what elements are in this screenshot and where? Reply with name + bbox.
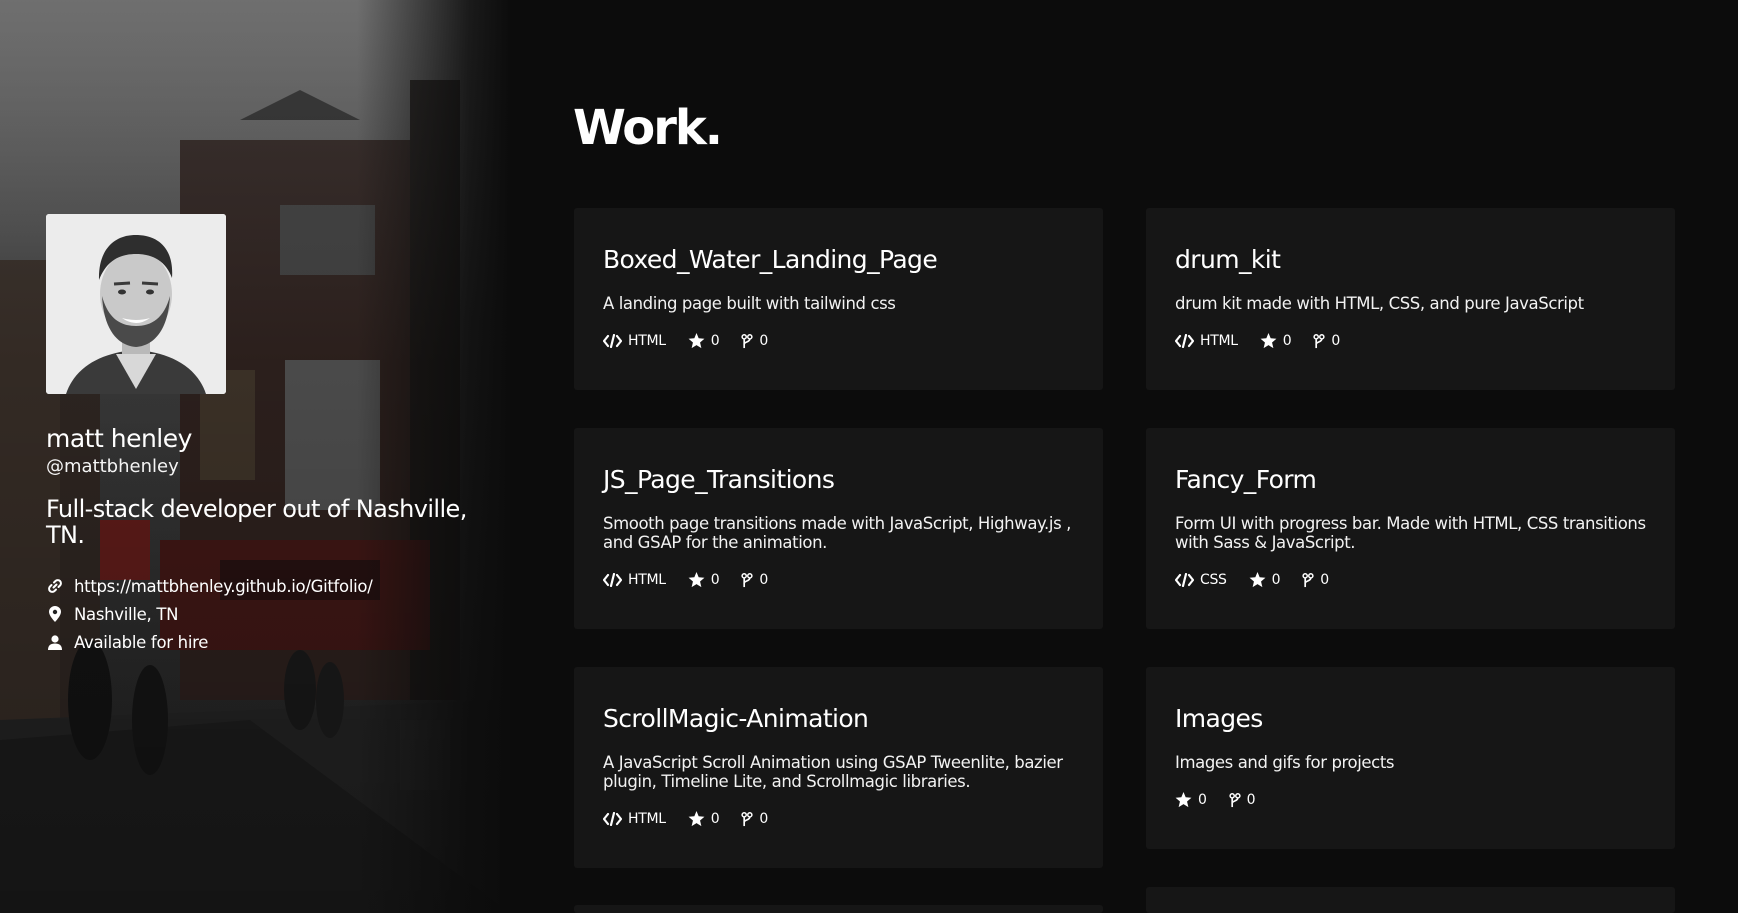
forks-stat: 0 — [1302, 572, 1329, 588]
language-stat: HTML — [603, 333, 666, 349]
profile-handle: @mattbhenley — [46, 456, 179, 477]
stars-count: 0 — [1271, 572, 1281, 588]
forks-stat: 0 — [741, 333, 768, 349]
fork-icon — [741, 572, 753, 587]
code-icon — [1175, 573, 1194, 587]
stars-count: 0 — [710, 811, 720, 827]
fork-icon — [1302, 572, 1314, 587]
project-card[interactable]: Fancy_Form Form UI with progress bar. Ma… — [1146, 428, 1675, 629]
profile-name: matt henley — [46, 424, 192, 453]
profile-meta: https://mattbhenley.github.io/Gitfolio/ … — [46, 572, 486, 656]
stars-stat: 0 — [1175, 792, 1207, 808]
project-card[interactable] — [574, 905, 1103, 913]
project-description: Form UI with progress bar. Made with HTM… — [1175, 514, 1646, 552]
project-title: drum_kit — [1175, 245, 1281, 274]
project-stats: HTML 0 0 — [1175, 333, 1362, 349]
project-card[interactable]: ScrollMagic-Animation A JavaScript Scrol… — [574, 667, 1103, 868]
hireable-row: Available for hire — [46, 628, 486, 656]
project-card[interactable]: JS_Page_Transitions Smooth page transiti… — [574, 428, 1103, 629]
star-icon — [688, 811, 705, 827]
profile-bio: Full-stack developer out of Nashville, T… — [46, 495, 467, 549]
project-card[interactable]: drum_kit drum kit made with HTML, CSS, a… — [1146, 208, 1675, 390]
project-title: ScrollMagic-Animation — [603, 704, 869, 733]
forks-stat: 0 — [1228, 792, 1256, 808]
project-stats: HTML 0 0 — [603, 333, 790, 349]
stars-stat: 0 — [1260, 333, 1292, 349]
avatar — [46, 214, 226, 394]
language-label: HTML — [628, 811, 666, 827]
star-icon — [688, 572, 705, 588]
fork-icon — [1228, 792, 1241, 807]
code-icon — [603, 812, 622, 826]
fork-icon — [1313, 333, 1325, 348]
star-icon — [1260, 333, 1277, 349]
language-stat: HTML — [1175, 333, 1238, 349]
avatar-photo — [46, 214, 226, 394]
stars-count: 0 — [1282, 333, 1292, 349]
project-title: JS_Page_Transitions — [603, 465, 835, 494]
stars-count: 0 — [710, 333, 720, 349]
stars-stat: 0 — [688, 811, 720, 827]
project-title: Boxed_Water_Landing_Page — [603, 245, 938, 274]
project-description: A landing page built with tailwind css — [603, 294, 896, 313]
forks-count: 0 — [759, 572, 768, 588]
project-stats: CSS 0 0 — [1175, 572, 1351, 588]
language-label: HTML — [628, 333, 666, 349]
project-description: Smooth page transitions made with JavaSc… — [603, 514, 1071, 552]
gitfolio-page: matt henley @mattbhenley Full-stack deve… — [0, 0, 1738, 913]
stars-stat: 0 — [1249, 572, 1281, 588]
forks-count: 0 — [1331, 333, 1340, 349]
website-row: https://mattbhenley.github.io/Gitfolio/ — [46, 572, 486, 600]
project-title: Fancy_Form — [1175, 465, 1317, 494]
language-stat: CSS — [1175, 572, 1227, 588]
project-card[interactable]: Boxed_Water_Landing_Page A landing page … — [574, 208, 1103, 390]
forks-count: 0 — [759, 333, 768, 349]
stars-stat: 0 — [688, 333, 720, 349]
location-row: Nashville, TN — [46, 600, 486, 628]
link-icon — [46, 578, 64, 594]
project-title: Images — [1175, 704, 1263, 733]
stars-count: 0 — [1198, 792, 1207, 808]
language-stat: HTML — [603, 811, 666, 827]
location-text: Nashville, TN — [74, 604, 179, 624]
language-stat: HTML — [603, 572, 666, 588]
map-pin-icon — [46, 606, 64, 622]
project-card[interactable] — [1146, 887, 1675, 913]
forks-count: 0 — [1246, 792, 1256, 808]
user-icon — [46, 634, 64, 650]
fork-icon — [741, 333, 753, 348]
work-section: Work. Boxed_Water_Landing_Page A landing… — [573, 0, 1738, 913]
project-stats: 0 0 — [1175, 792, 1277, 808]
project-description: A JavaScript Scroll Animation using GSAP… — [603, 753, 1063, 791]
language-label: CSS — [1200, 572, 1227, 588]
code-icon — [1175, 334, 1194, 348]
forks-stat: 0 — [1313, 333, 1340, 349]
star-icon — [1249, 572, 1266, 588]
profile-panel: matt henley @mattbhenley Full-stack deve… — [0, 0, 510, 913]
star-icon — [688, 333, 705, 349]
work-heading: Work. — [573, 100, 723, 156]
forks-count: 0 — [759, 811, 768, 827]
forks-stat: 0 — [741, 572, 768, 588]
code-icon — [603, 334, 622, 348]
profile-info: matt henley @mattbhenley Full-stack deve… — [46, 424, 486, 656]
project-description: drum kit made with HTML, CSS, and pure J… — [1175, 294, 1584, 313]
stars-stat: 0 — [688, 572, 720, 588]
project-stats: HTML 0 0 — [603, 811, 790, 827]
hireable-text: Available for hire — [74, 632, 209, 652]
stars-count: 0 — [710, 572, 720, 588]
code-icon — [603, 573, 622, 587]
language-label: HTML — [628, 572, 666, 588]
project-card[interactable]: Images Images and gifs for projects 0 0 — [1146, 667, 1675, 849]
star-icon — [1175, 792, 1192, 808]
project-stats: HTML 0 0 — [603, 572, 790, 588]
forks-count: 0 — [1320, 572, 1329, 588]
fork-icon — [741, 811, 753, 826]
forks-stat: 0 — [741, 811, 768, 827]
project-description: Images and gifs for projects — [1175, 753, 1395, 772]
website-link[interactable]: https://mattbhenley.github.io/Gitfolio/ — [74, 577, 373, 596]
language-label: HTML — [1200, 333, 1238, 349]
